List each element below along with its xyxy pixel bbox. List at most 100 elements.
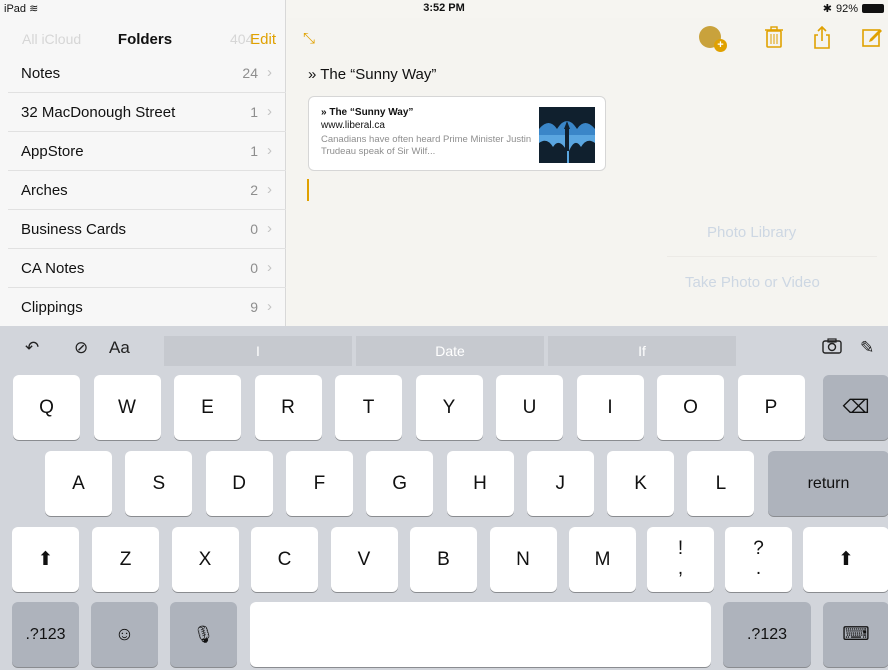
key-o[interactable]: O [657, 375, 724, 440]
key-p[interactable]: P [737, 375, 805, 440]
key-u[interactable]: U [496, 375, 563, 440]
onscreen-keyboard: ↶ ⊘ Aa I Date If ✎ Q W E R T Y U I O P ⌫ A S D F G H J K Lr… [0, 326, 888, 670]
menu-divider [667, 256, 877, 257]
folder-count: 0 [250, 221, 258, 237]
shift-key[interactable]: ⬆ [12, 527, 79, 592]
suggestion-1[interactable]: I [164, 336, 352, 366]
take-photo-option[interactable]: Take Photo or Video [685, 274, 820, 291]
text-cursor [307, 179, 309, 201]
folder-count: 9 [250, 299, 258, 315]
link-title: » The “Sunny Way” [321, 107, 414, 118]
folder-row[interactable]: CA Notes 0 › [8, 249, 286, 288]
folder-row[interactable]: Arches 2 › [8, 171, 286, 210]
return-key[interactable]: return [768, 451, 888, 516]
chevron-right-icon: › [267, 220, 272, 237]
key-k[interactable]: K [607, 451, 675, 516]
key-h[interactable]: H [446, 451, 514, 516]
key-c[interactable]: C [251, 527, 318, 592]
folder-name: CA Notes [21, 260, 85, 277]
key-d[interactable]: D [205, 451, 273, 516]
link-url: www.liberal.ca [321, 120, 385, 131]
folder-count: 0 [250, 260, 258, 276]
folder-row[interactable]: Clippings 9 › [8, 288, 286, 327]
compose-icon[interactable] [861, 26, 883, 54]
numbers-key-right[interactable]: .?123 [723, 602, 811, 667]
key-e[interactable]: E [174, 375, 241, 440]
battery-icon [862, 4, 884, 13]
key-q[interactable]: Q [13, 375, 80, 440]
space-key[interactable] [250, 602, 711, 667]
key-r[interactable]: R [254, 375, 322, 440]
key-w[interactable]: W [93, 375, 161, 440]
numbers-key[interactable]: .?123 [12, 602, 79, 667]
key-j[interactable]: J [526, 451, 594, 516]
chevron-right-icon: › [267, 103, 272, 120]
hide-keyboard-key[interactable]: ⌨ [823, 602, 888, 667]
key-y[interactable]: Y [415, 375, 483, 440]
emoji-key[interactable]: ☺ [91, 602, 158, 667]
folder-name: AppStore [21, 143, 84, 160]
note-editor: ⤡ » The “Sunny Way” » The “Sunny Way” ww… [287, 18, 888, 326]
camera-icon[interactable] [822, 338, 842, 359]
chevron-right-icon: › [267, 298, 272, 315]
checklist-icon[interactable]: ⊘ [74, 338, 88, 358]
chevron-right-icon: › [267, 259, 272, 276]
folder-row[interactable]: Business Cards 0 › [8, 210, 286, 249]
key-bottom-label: , [677, 558, 684, 579]
folder-name: Clippings [21, 299, 83, 316]
status-time: 3:52 PM [423, 2, 465, 14]
link-thumbnail [539, 107, 595, 163]
folder-row[interactable]: 32 MacDonough Street 1 › [8, 93, 286, 132]
key-t[interactable]: T [335, 375, 402, 440]
backspace-key[interactable]: ⌫ [823, 375, 888, 440]
link-description: Canadians have often heard Prime Ministe… [321, 134, 532, 157]
keyboard-hide-icon: ⌨ [842, 624, 870, 645]
folder-count: 2 [250, 182, 258, 198]
trash-icon[interactable] [765, 26, 783, 54]
key-f[interactable]: F [285, 451, 353, 516]
key-exclamation-comma[interactable]: !, [647, 527, 714, 592]
key-top-label: ? [753, 538, 764, 559]
share-icon[interactable] [813, 25, 831, 56]
chevron-right-icon: › [267, 142, 272, 159]
folder-name: 32 MacDonough Street [21, 104, 176, 121]
format-button[interactable]: Aa [109, 338, 130, 358]
key-s[interactable]: S [125, 451, 193, 516]
folder-row[interactable]: Notes 24 › [8, 54, 286, 93]
add-people-button[interactable] [699, 26, 727, 54]
backspace-icon: ⌫ [842, 397, 870, 418]
note-title: » The “Sunny Way” [308, 66, 437, 83]
key-l[interactable]: L [687, 451, 755, 516]
shift-key-right[interactable]: ⬆ [803, 527, 888, 592]
shift-icon: ⬆ [37, 549, 54, 570]
chevron-right-icon: › [267, 181, 272, 198]
key-question-period[interactable]: ?. [725, 527, 792, 592]
expand-icon[interactable]: ⤡ [303, 30, 315, 47]
key-n[interactable]: N [489, 527, 557, 592]
key-x[interactable]: X [171, 527, 239, 592]
emoji-icon: ☺ [114, 624, 135, 645]
dictation-key[interactable]: 🎙︎ [170, 602, 237, 667]
sketch-icon[interactable]: ✎ [860, 338, 874, 358]
edit-button[interactable]: Edit [250, 31, 276, 48]
key-a[interactable]: A [45, 451, 112, 516]
key-g[interactable]: G [366, 451, 434, 516]
key-bottom-label: . [755, 558, 762, 579]
key-m[interactable]: M [569, 527, 636, 592]
folder-name: Business Cards [21, 221, 127, 238]
photo-library-option[interactable]: Photo Library [707, 224, 796, 241]
key-i[interactable]: I [576, 375, 644, 440]
folder-count: 1 [250, 143, 258, 159]
battery-percent: 92% [835, 2, 858, 15]
folder-row[interactable]: AppStore 1 › [8, 132, 286, 171]
status-bar: iPad ≋ 3:52 PM ✱ 92% [0, 0, 888, 18]
key-z[interactable]: Z [92, 527, 159, 592]
bluetooth-icon: ✱ [822, 3, 832, 15]
suggestion-2[interactable]: Date [356, 336, 544, 366]
key-b[interactable]: B [410, 527, 477, 592]
folder-name: Notes [21, 65, 61, 82]
suggestion-3[interactable]: If [548, 336, 736, 366]
undo-icon[interactable]: ↶ [25, 338, 39, 358]
link-preview-card[interactable]: » The “Sunny Way” www.liberal.ca Canadia… [308, 96, 606, 171]
key-v[interactable]: V [330, 527, 398, 592]
